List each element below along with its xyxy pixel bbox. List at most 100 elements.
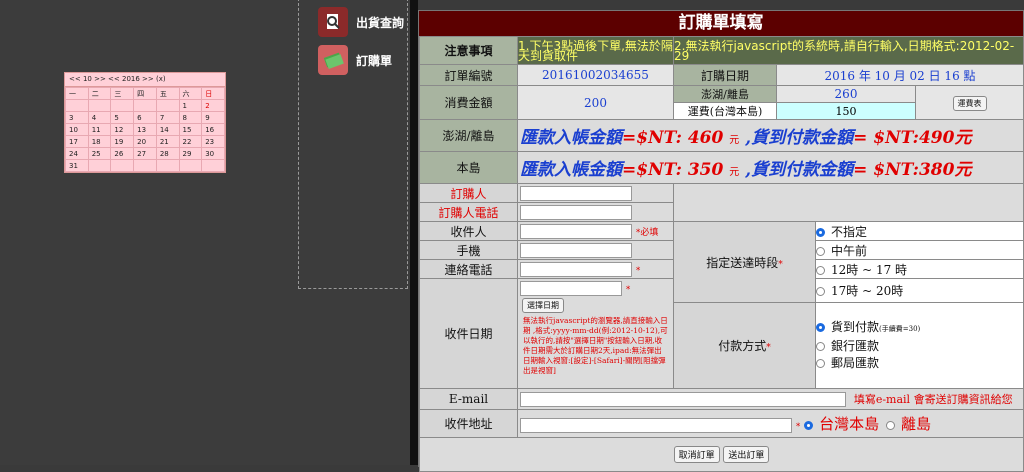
email-input[interactable]	[520, 392, 846, 407]
time-option-label: 不指定	[831, 224, 868, 239]
weekday: 二	[87, 87, 112, 100]
day-cell[interactable]	[155, 99, 180, 112]
buyer-phone-label: 訂購人電話	[419, 202, 518, 222]
buyer-input[interactable]	[520, 185, 632, 201]
notice-2: 2.無法執行javascript的系統時,請自行輸入,日期格式:2012-02-…	[672, 36, 1024, 65]
time-option-1[interactable]: 中午前	[814, 240, 1024, 260]
day-cell[interactable]: 21	[155, 135, 180, 148]
day-cell[interactable]: 6	[133, 111, 157, 124]
shipping-table-button[interactable]: 運費表	[952, 95, 987, 111]
day-cell[interactable]: 12	[110, 123, 135, 136]
weekday: 日	[201, 87, 225, 100]
buyer-phone-input[interactable]	[520, 204, 632, 220]
radio-icon[interactable]	[816, 342, 825, 351]
day-cell[interactable]: 22	[178, 135, 203, 148]
day-cell[interactable]: 19	[110, 135, 135, 148]
main-row-label: 本島	[419, 151, 518, 184]
day-cell[interactable]: 29	[178, 147, 203, 160]
day-cell[interactable]: 4	[87, 111, 112, 124]
day-cell[interactable]	[133, 99, 157, 112]
pick-date-button[interactable]: 選擇日期	[522, 298, 564, 313]
pay-option-label: 郵局匯款	[831, 356, 880, 370]
day-cell[interactable]: 27	[133, 147, 157, 160]
day-cell[interactable]: 7	[155, 111, 180, 124]
date-warning: 無法執行javascript的瀏覽器,請直接輸入日期 ,格式:yyyy-mm-d…	[523, 316, 668, 375]
day-cell[interactable]	[133, 159, 157, 172]
day-cell[interactable]	[110, 159, 135, 172]
day-cell[interactable]: 23	[201, 135, 225, 148]
region-island-label: 離島	[901, 415, 932, 433]
day-cell[interactable]: 20	[133, 135, 157, 148]
day-cell[interactable]: 17	[65, 135, 89, 148]
radio-icon[interactable]	[816, 359, 825, 368]
radio-icon[interactable]	[816, 287, 825, 296]
day-cell[interactable]	[110, 99, 135, 112]
required-note: *必填	[635, 227, 659, 238]
main-total-text: 匯款入帳金額=$NT: 350 元 ,貨到付款金額= $NT:380元	[516, 151, 1024, 184]
radio-icon[interactable]	[886, 421, 895, 430]
day-cell[interactable]	[87, 99, 112, 112]
order-form: 訂購單填寫 注意事項 1.下午3點過後下單,無法於隔天到貨取件 2.無法執行ja…	[418, 10, 1024, 472]
pay-option-2[interactable]: 郵局匯款	[816, 355, 1023, 372]
receiver-input[interactable]	[520, 223, 632, 239]
day-cell[interactable]: 10	[65, 123, 89, 136]
radio-icon[interactable]	[816, 246, 825, 256]
mobile-input[interactable]	[520, 242, 632, 258]
day-cell[interactable]: 26	[110, 147, 135, 160]
day-cell[interactable]: 8	[178, 111, 203, 124]
submit-order-button[interactable]: 送出訂單	[723, 446, 770, 463]
receive-date-input[interactable]	[520, 281, 622, 296]
day-cell[interactable]: 13	[133, 123, 157, 136]
day-cell[interactable]: 14	[155, 123, 180, 136]
island-total-text: 匯款入帳金額=$NT: 460 元 ,貨到付款金額= $NT:490元	[516, 119, 1024, 152]
day-cell[interactable]: 31	[65, 159, 89, 172]
order-no-value: 20161002034655	[517, 64, 674, 86]
day-cell[interactable]: 1	[178, 99, 203, 112]
day-cell[interactable]: 16	[201, 123, 225, 136]
day-cell[interactable]: 25	[87, 147, 112, 160]
phone-input[interactable]	[520, 261, 632, 277]
day-cell[interactable]	[87, 159, 112, 172]
calendar-grid: 一 二 三 四 五 六 日 12 3456789 10 11 12 13 14 15 16 …	[65, 87, 225, 172]
radio-selected-icon[interactable]	[816, 227, 825, 237]
day-cell[interactable]	[178, 159, 203, 172]
time-option-label: 17時 ~ 20時	[831, 284, 904, 298]
day-cell[interactable]: 3	[65, 111, 89, 124]
day-cell[interactable]: 11	[87, 123, 112, 136]
calendar-header[interactable]: << 10 >> << 2016 >> (x)	[65, 73, 225, 87]
day-cell[interactable]: 30	[201, 147, 225, 160]
shipping-table-cell: 運費表	[914, 85, 1024, 120]
day-cell[interactable]: 9	[201, 111, 225, 124]
required-star: *	[795, 422, 801, 432]
time-option-3[interactable]: 17時 ~ 20時	[814, 278, 1024, 303]
day-cell[interactable]: 5	[110, 111, 135, 124]
pay-option-1[interactable]: 銀行匯款	[816, 338, 1023, 355]
radio-selected-icon[interactable]	[816, 323, 825, 332]
day-cell[interactable]	[201, 159, 225, 172]
radio-icon[interactable]	[816, 265, 825, 275]
notice-label: 注意事項	[419, 36, 518, 65]
address-input[interactable]	[520, 418, 792, 433]
time-option-0[interactable]: 不指定	[814, 221, 1024, 241]
radio-selected-icon[interactable]	[804, 421, 814, 430]
receiver-label: 收件人	[419, 221, 518, 241]
island-fee-value: 260	[776, 85, 916, 103]
shipping-input[interactable]: 150	[776, 102, 916, 120]
weekday: 四	[133, 87, 157, 100]
cancel-order-button[interactable]: 取消訂單	[673, 446, 720, 463]
day-cell[interactable]	[155, 159, 180, 172]
day-cell[interactable]: 2	[201, 99, 225, 112]
pay-option-0[interactable]: 貨到付款(手續費=30)	[816, 319, 1023, 338]
weekday: 一	[65, 87, 89, 100]
menu-item-shipping-query[interactable]: 出貨查詢	[318, 4, 410, 40]
calendar-week: 31	[65, 159, 225, 172]
day-cell[interactable]: 15	[178, 123, 203, 136]
menu-item-order[interactable]: 訂購單	[318, 42, 410, 78]
date-picker-calendar[interactable]: << 10 >> << 2016 >> (x) 一 二 三 四 五 六 日 12…	[64, 72, 226, 173]
day-cell[interactable]	[65, 99, 89, 112]
day-cell[interactable]: 18	[87, 135, 112, 148]
day-cell[interactable]: 24	[65, 147, 89, 160]
time-option-2[interactable]: 12時 ~ 17 時	[814, 259, 1024, 279]
pay-fee-note: (手續費=30)	[879, 325, 921, 333]
day-cell[interactable]: 28	[155, 147, 180, 160]
